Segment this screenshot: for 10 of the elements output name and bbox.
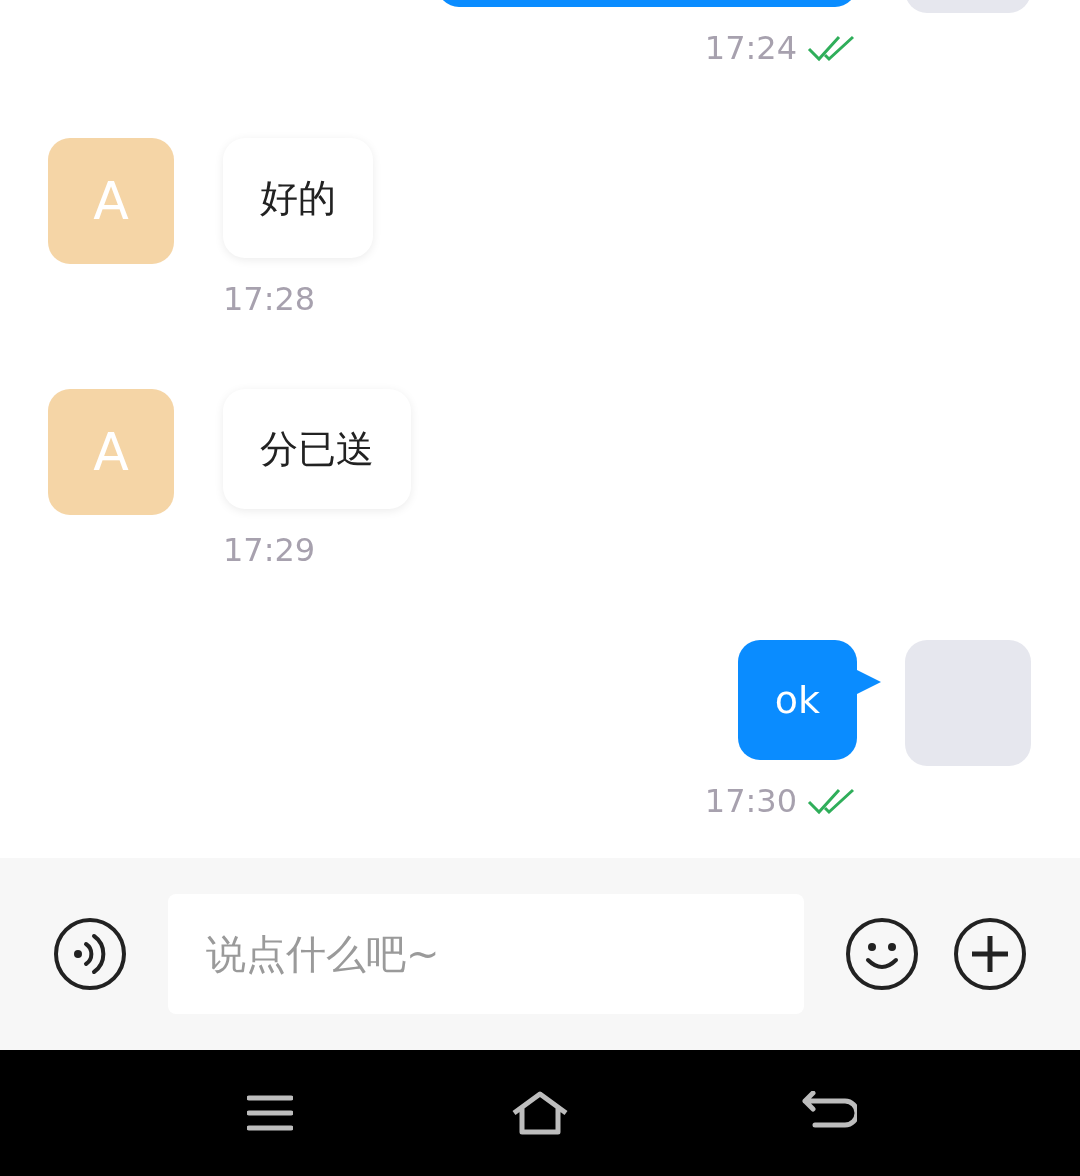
message-input[interactable]: 说点什么吧~: [168, 894, 804, 1014]
message-time: 17:24: [704, 29, 797, 67]
message-time: 17:28: [223, 280, 316, 318]
message-bubble: 分已送: [223, 389, 411, 509]
message-time: 17:29: [223, 531, 316, 569]
message-bubble: ok: [737, 640, 857, 760]
avatar: A: [48, 138, 174, 264]
message-time: 17:30: [704, 782, 797, 820]
avatar: A: [48, 389, 174, 515]
message-bubble: 好的: [223, 138, 373, 258]
